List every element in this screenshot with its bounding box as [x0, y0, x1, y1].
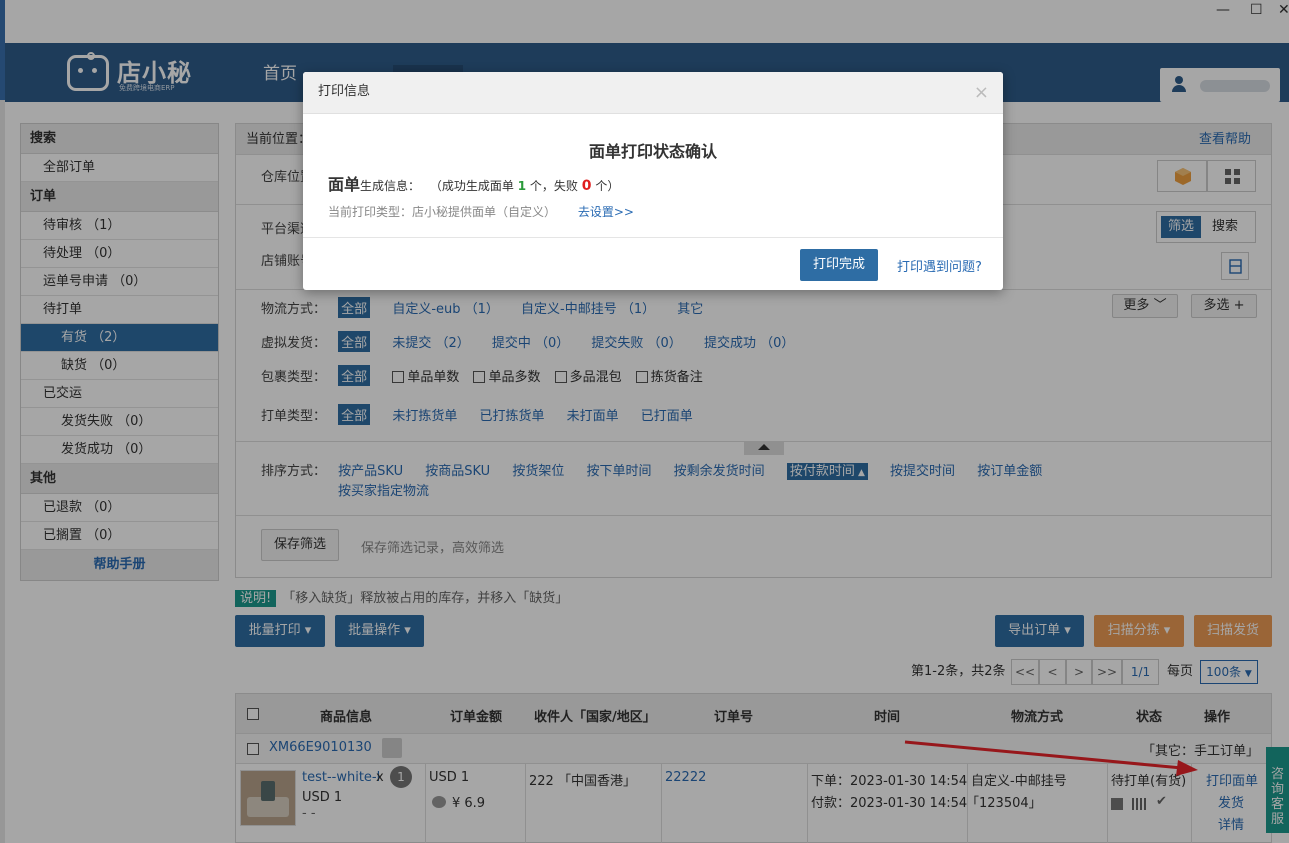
label-gen: 生成信息：	[360, 179, 421, 193]
success-count: 1	[517, 179, 527, 193]
print-type-info: 当前打印类型：店小秘提供面单（自定义） 去设置>>	[328, 203, 634, 220]
print-done-button[interactable]: 打印完成	[800, 249, 878, 281]
modal-title: 面单打印状态确认	[588, 142, 717, 161]
result-suffix: 个）	[595, 179, 620, 193]
fail-count: 0	[581, 178, 592, 194]
modal-header-title: 打印信息	[318, 84, 371, 99]
modal-header: 打印信息	[303, 72, 1003, 114]
generate-info: 面单生成信息： （成功生成面单 1 个，失败 0 个）	[328, 171, 619, 195]
print-problem-link[interactable]: 打印遇到问题?	[897, 256, 982, 275]
result-prefix: （成功生成面单	[429, 179, 514, 193]
settings-link[interactable]: 去设置>>	[578, 205, 634, 219]
label-big: 面单	[328, 175, 361, 194]
close-icon[interactable]: ×	[974, 82, 989, 103]
result-mid: 个，失败	[529, 179, 578, 193]
modal-footer: 打印完成 打印遇到问题?	[303, 237, 1003, 290]
print-type-text: 当前打印类型：店小秘提供面单（自定义）	[328, 205, 557, 219]
print-info-modal: 打印信息 × 面单打印状态确认 面单生成信息： （成功生成面单 1 个，失败 0…	[303, 72, 1003, 290]
